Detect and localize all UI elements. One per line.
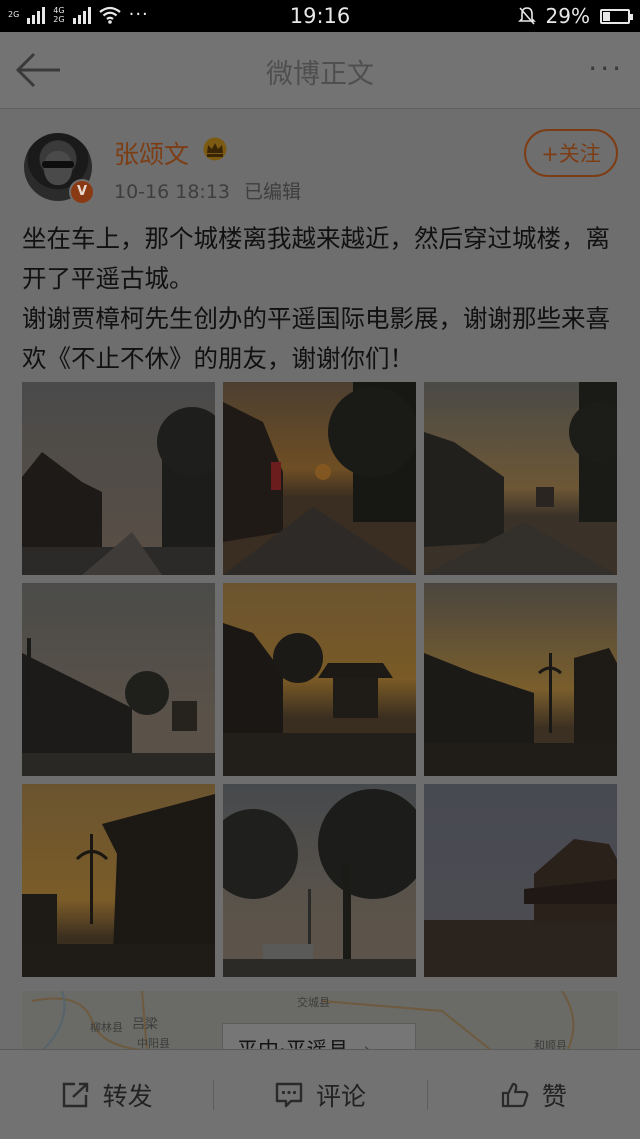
photo-thumbnail[interactable]: [223, 784, 416, 977]
comment-icon: [275, 1082, 303, 1107]
follow-button[interactable]: +关注: [524, 129, 618, 177]
nav-bar: 微博正文 ···: [0, 32, 640, 109]
photo-thumbnail[interactable]: [223, 583, 416, 776]
post-text-line: 坐在车上，那个城楼离我越来越近，然后穿过城楼，离开了平遥古城。: [22, 224, 610, 293]
map-label: 交城县: [297, 996, 330, 1009]
repost-label: 转发: [102, 1081, 153, 1111]
edited-tag[interactable]: 已编辑: [244, 181, 301, 203]
map-label: 吕梁: [132, 1017, 159, 1032]
battery-icon: [600, 8, 633, 24]
photo-thumbnail[interactable]: [22, 583, 215, 776]
username[interactable]: 张颂文: [114, 135, 189, 171]
photo-thumbnail[interactable]: [22, 382, 215, 575]
post-text-line: 谢谢贾樟柯先生创办的平遥国际电影展，谢谢那些来喜欢《不止不休》的朋友，谢谢你们！: [22, 304, 610, 373]
bottom-toolbar: 转发 评论 赞: [0, 1049, 640, 1139]
comment-label: 评论: [315, 1081, 366, 1111]
photo-grid: [22, 382, 618, 977]
status-right: 29%: [517, 4, 633, 28]
like-button[interactable]: 赞: [426, 1050, 640, 1139]
location-card[interactable]: 平中·平遥县 ›: [222, 1023, 416, 1051]
battery-percent: 29%: [545, 4, 590, 28]
status-bar: 2G 4G 2G ··· 19:16 29%: [0, 0, 640, 32]
photo-thumbnail[interactable]: [223, 382, 416, 575]
photo-thumbnail[interactable]: [424, 784, 617, 977]
post-card: V 张颂文 10-16 18:13 已编辑 +关注 坐在车上，那个城楼离我越来越近…: [0, 109, 640, 1051]
comment-button[interactable]: 评论: [213, 1050, 426, 1139]
repost-icon: [62, 1082, 88, 1107]
avatar-glasses: [42, 161, 74, 168]
more-menu-button[interactable]: ···: [588, 52, 624, 85]
verified-badge: V: [69, 179, 95, 205]
thumbs-up-icon: [501, 1082, 529, 1107]
photo-thumbnail[interactable]: [424, 583, 617, 776]
map-label: 柳林县: [90, 1021, 123, 1034]
photo-thumbnail[interactable]: [22, 784, 215, 977]
crown-icon: [203, 137, 227, 161]
page-title: 微博正文: [266, 59, 374, 90]
photo-thumbnail[interactable]: [424, 382, 617, 575]
like-label: 赞: [541, 1081, 567, 1111]
location-map[interactable]: 交城县 柳林县 吕梁 中阳县 和顺县 平中·平遥县 ›: [22, 991, 618, 1051]
repost-button[interactable]: 转发: [0, 1050, 213, 1139]
post-meta: 10-16 18:13 已编辑: [114, 177, 301, 204]
post-timestamp: 10-16 18:13: [114, 181, 231, 203]
mute-bell-icon: [517, 7, 536, 25]
post-body: 坐在车上，那个城楼离我越来越近，然后穿过城楼，离开了平遥古城。 谢谢贾樟柯先生创…: [22, 219, 622, 379]
avatar-face: [44, 151, 72, 185]
